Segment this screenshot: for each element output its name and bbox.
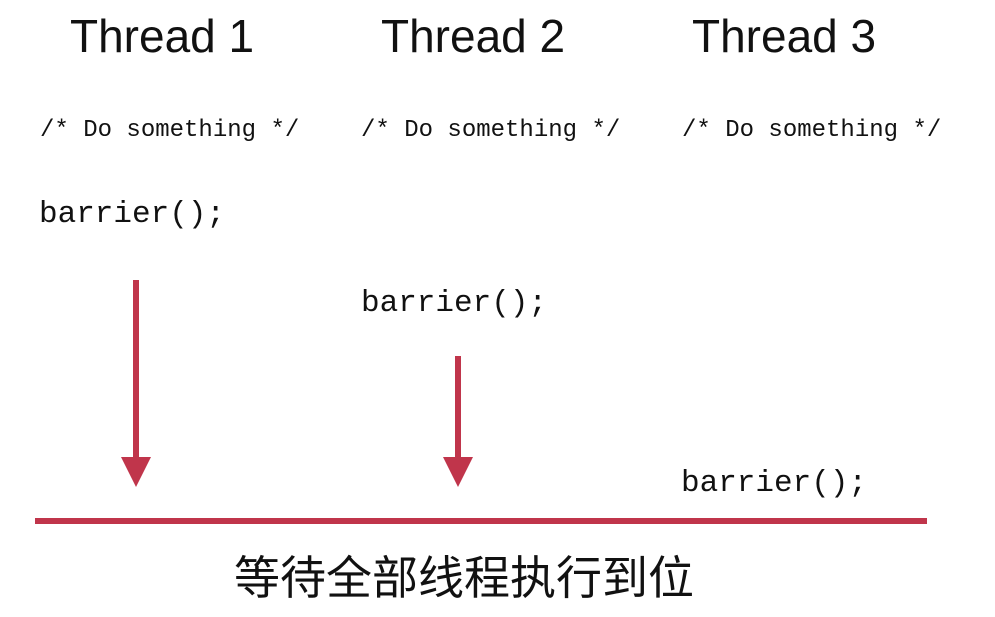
barrier-caption: 等待全部线程执行到位	[234, 551, 694, 605]
thread-1-wait-arrow	[121, 280, 151, 487]
thread-2-wait-arrow	[443, 356, 473, 487]
barrier-graphics	[35, 280, 927, 524]
